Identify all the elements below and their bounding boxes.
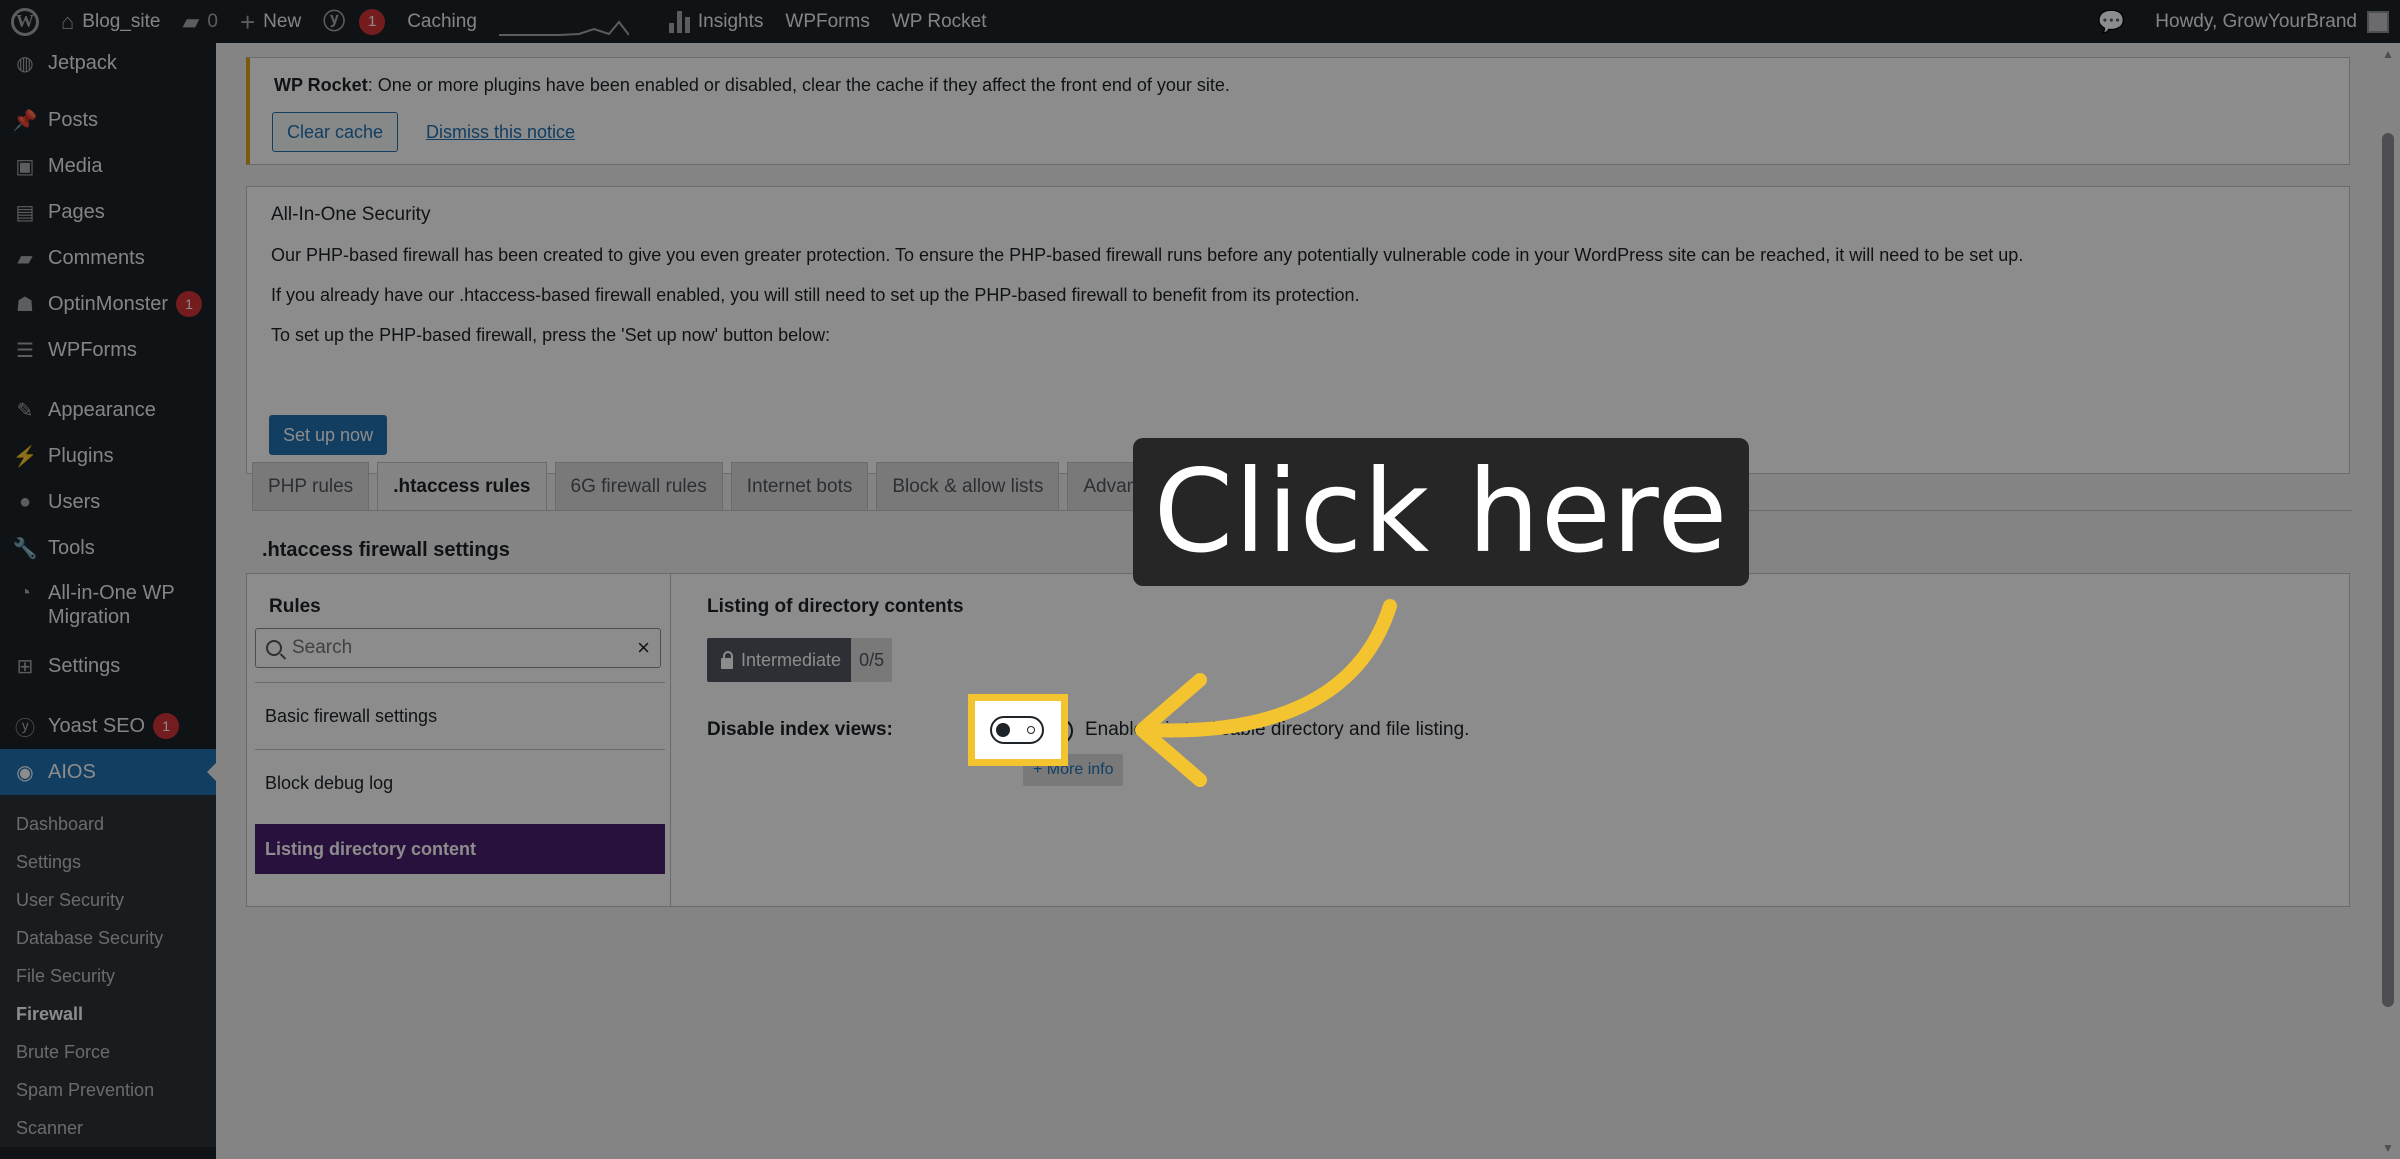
callout-arrow-icon [1135, 599, 1397, 787]
